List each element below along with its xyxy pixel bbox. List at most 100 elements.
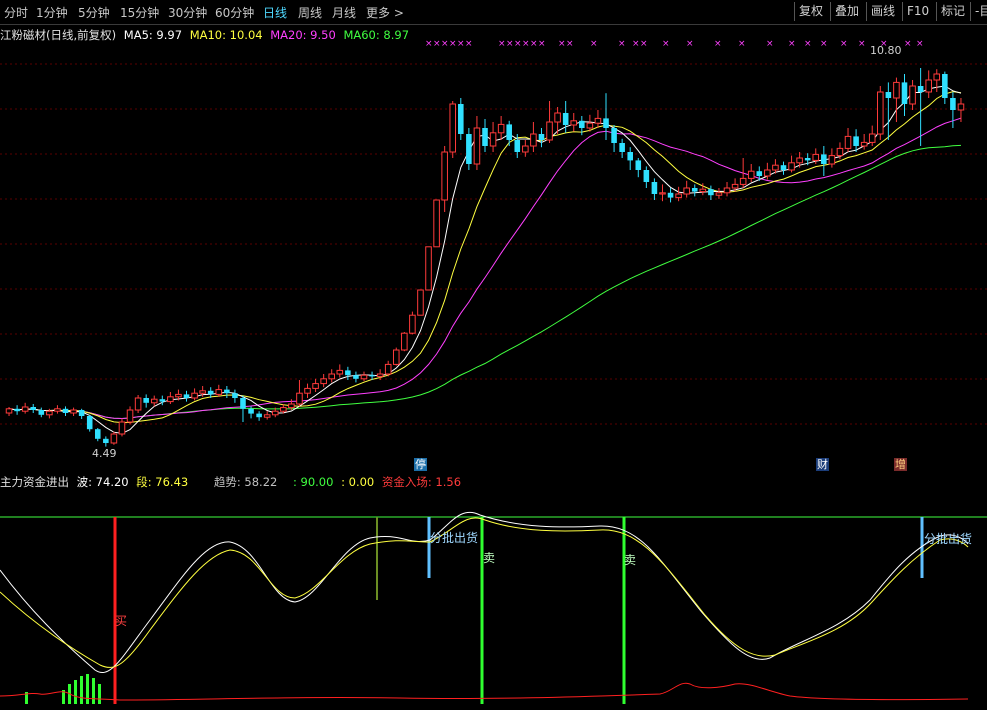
candle-body — [215, 389, 223, 395]
candle-body — [828, 155, 836, 165]
tab-1min[interactable]: 1分钟 — [36, 4, 68, 21]
candle-body — [94, 429, 101, 439]
candle-body — [489, 132, 497, 147]
candle-body — [401, 332, 408, 351]
candle-body — [877, 91, 884, 135]
tab-5min[interactable]: 5分钟 — [78, 4, 110, 21]
candle-body — [933, 73, 941, 81]
candle-body — [288, 403, 295, 409]
candle-body — [530, 133, 537, 147]
candle-body — [586, 122, 594, 129]
x-marker: × — [522, 39, 530, 49]
candle-body — [433, 199, 440, 248]
candle-body — [804, 158, 811, 161]
candle-body — [780, 165, 787, 170]
candle-body — [86, 416, 93, 430]
candle-body — [345, 370, 351, 376]
candle-body — [619, 143, 625, 152]
candle-body — [925, 79, 932, 93]
tab-monthly[interactable]: 月线 — [332, 4, 356, 21]
candle-body — [957, 103, 965, 111]
candle-body — [126, 409, 134, 423]
kline-chart[interactable]: × × × × × × × × × × × × × × × × × × × × × × × × × × × × × × × — [0, 24, 987, 470]
x-marker: × — [820, 39, 828, 49]
sell-signal-label-1: 卖 — [483, 551, 496, 565]
candle-body — [739, 177, 747, 185]
candle-body — [14, 408, 20, 412]
adjust-button[interactable]: 复权 — [794, 2, 827, 21]
candle-body — [950, 98, 956, 110]
x-marker: × — [465, 39, 473, 49]
ma20-line — [8, 117, 962, 420]
x-marker: × — [640, 39, 648, 49]
candle-body — [441, 151, 448, 201]
trend-line — [0, 682, 969, 701]
f10-button[interactable]: F10 — [902, 2, 933, 21]
candle-body — [384, 363, 392, 375]
candle-body — [466, 134, 472, 164]
tab-timeshare[interactable]: 分时 — [4, 4, 28, 21]
candle-body — [5, 408, 13, 414]
x-marker: × — [514, 39, 522, 49]
tab-30min[interactable]: 30分钟 — [168, 4, 207, 21]
draw-line-button[interactable]: 画线 — [866, 2, 899, 21]
x-marker: × — [449, 39, 457, 49]
overlay-button[interactable]: 叠加 — [830, 2, 863, 21]
x-marker: × — [662, 39, 670, 49]
x-marker: × — [804, 39, 812, 49]
candle-body — [497, 123, 505, 134]
buy-signal-label: 买 — [115, 614, 128, 628]
candle-body — [224, 389, 230, 394]
x-marker: × — [714, 39, 722, 49]
x-marker: × — [858, 39, 866, 49]
candle-body — [336, 369, 344, 375]
candle-body — [175, 393, 182, 398]
candle-body — [836, 147, 844, 157]
candle-body — [280, 407, 287, 412]
candle-body — [909, 85, 916, 105]
inflow-bar — [92, 678, 95, 704]
fund-flow-indicator[interactable] — [0, 470, 987, 710]
x-marker: × — [904, 39, 912, 49]
candle-body — [62, 408, 69, 413]
catalog-button[interactable]: -目 — [970, 2, 987, 21]
candle-body — [917, 86, 924, 92]
tab-15min[interactable]: 15分钟 — [120, 4, 159, 21]
candle-body — [764, 169, 771, 177]
candle-body — [554, 112, 561, 123]
candle-body — [756, 171, 763, 176]
candle-body — [296, 392, 303, 405]
batch-sell-label-1: 分批出货 — [430, 531, 479, 545]
segment-line — [0, 517, 969, 668]
mark-button[interactable]: 标记 — [936, 2, 969, 21]
candle-body — [417, 289, 424, 316]
tab-more[interactable]: 更多 > — [366, 4, 404, 21]
x-marker: × — [498, 39, 506, 49]
x-marker: × — [457, 39, 465, 49]
candle-body — [263, 414, 271, 418]
candle-body — [772, 164, 779, 171]
tab-weekly[interactable]: 周线 — [298, 4, 322, 21]
candle-body — [514, 140, 521, 152]
candle-body — [425, 246, 432, 291]
candle-body — [199, 390, 206, 394]
candle-body — [683, 187, 690, 195]
candle-body — [376, 373, 384, 377]
candle-body — [38, 410, 45, 415]
candle-body — [54, 408, 61, 412]
candle-body — [232, 393, 238, 398]
candle-body — [103, 438, 109, 443]
inflow-bar — [86, 674, 89, 704]
candle-body — [868, 133, 876, 143]
candle-body — [353, 375, 359, 379]
candle-body — [320, 378, 327, 385]
candle-body — [449, 103, 457, 153]
candle-body — [667, 192, 674, 198]
candle-body — [118, 421, 126, 435]
candle-body — [675, 193, 682, 199]
x-marker: × — [788, 39, 796, 49]
candle-body — [611, 128, 617, 143]
tab-daily[interactable]: 日线 — [263, 4, 287, 21]
candle-body — [78, 410, 85, 416]
tab-60min[interactable]: 60分钟 — [215, 4, 254, 21]
